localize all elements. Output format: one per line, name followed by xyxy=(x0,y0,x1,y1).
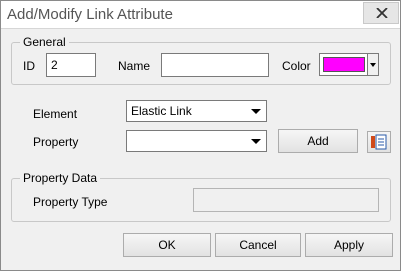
general-legend: General xyxy=(23,35,66,49)
apply-button[interactable]: Apply xyxy=(305,233,393,257)
chevron-down-icon xyxy=(251,109,261,114)
property-select[interactable] xyxy=(126,130,267,152)
property-data-button[interactable] xyxy=(367,131,391,153)
id-label: ID xyxy=(23,59,35,73)
cancel-button[interactable]: Cancel xyxy=(215,233,301,257)
title-bar: Add/Modify Link Attribute xyxy=(1,1,400,29)
id-field[interactable] xyxy=(46,53,96,77)
element-select[interactable]: Elastic Link xyxy=(126,100,267,122)
close-icon xyxy=(376,8,388,18)
name-label: Name xyxy=(118,59,151,73)
color-swatch xyxy=(323,57,365,72)
close-button[interactable] xyxy=(363,2,399,24)
chevron-down-icon xyxy=(370,63,376,67)
chevron-down-icon xyxy=(251,139,261,144)
ok-button[interactable]: OK xyxy=(123,233,211,257)
color-label: Color xyxy=(282,59,311,73)
property-type-field xyxy=(193,188,379,212)
element-label: Element xyxy=(33,107,78,121)
property-data-icon xyxy=(371,134,387,150)
property-data-legend: Property Data xyxy=(23,171,98,185)
property-type-label: Property Type xyxy=(33,195,108,209)
name-field[interactable] xyxy=(161,53,269,77)
color-dropdown-button[interactable] xyxy=(367,54,378,75)
window-title: Add/Modify Link Attribute xyxy=(7,6,173,23)
element-select-value: Elastic Link xyxy=(131,104,192,118)
property-label: Property xyxy=(33,135,79,149)
color-picker[interactable] xyxy=(319,53,379,76)
add-button[interactable]: Add xyxy=(278,129,358,153)
dialog-window: Add/Modify Link Attribute General ID Nam… xyxy=(0,0,401,271)
